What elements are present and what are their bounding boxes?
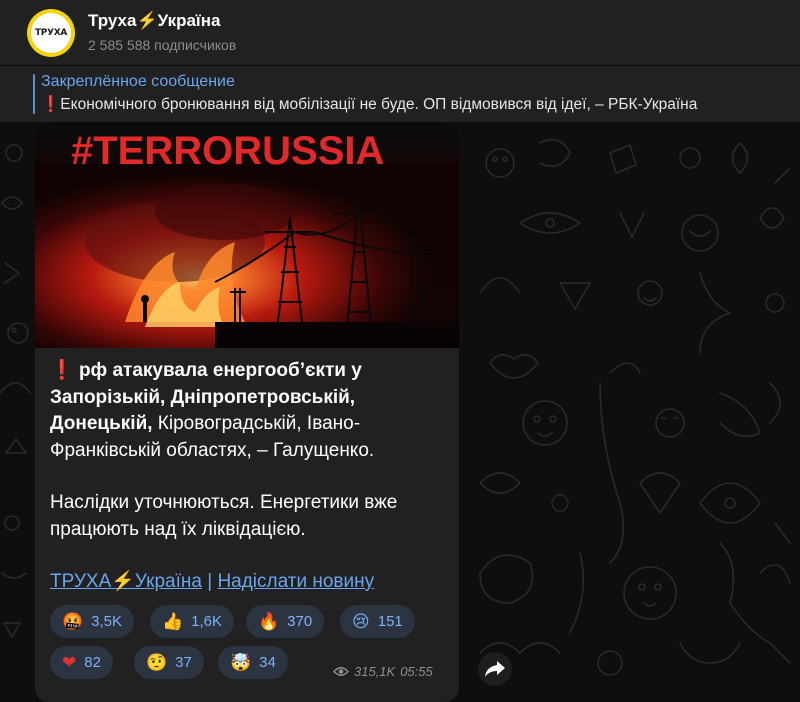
avatar-logo-text: ТРУХА (31, 13, 71, 53)
heart-icon: ❤ (62, 652, 77, 673)
pinned-text: ❗Економічного бронювання від мобілізації… (41, 96, 698, 113)
post-paragraph-1: ❗ рф атакувала енергооб’єкти у Запорізьк… (50, 358, 450, 464)
cursing-face-icon: 🤬 (62, 611, 84, 632)
post-time: 05:55 (400, 664, 433, 679)
pinned-title: Закреплённое сообщение (41, 73, 235, 90)
reaction-count: 82 (84, 654, 101, 671)
reaction-thumbs-up[interactable]: 👍 1,6K (150, 605, 235, 638)
reaction-fire[interactable]: 🔥 370 (246, 605, 325, 638)
reaction-crying[interactable]: 😢 151 (340, 605, 415, 638)
channel-header[interactable]: ТРУХА Труха⚡️Україна 2 585 588 подписчик… (0, 0, 800, 66)
post-links: ТРУХА⚡️Україна | Надіслати новину (50, 569, 450, 596)
fire-icon: 🔥 (258, 611, 280, 632)
channel-link[interactable]: ТРУХА⚡️Україна (50, 571, 202, 592)
view-count: 315,1K (354, 664, 396, 679)
pinned-message-bar[interactable]: Закреплённое сообщение ❗Економічного бро… (0, 66, 800, 123)
image-caption-text: #TERRORUSSIA (71, 129, 384, 173)
channel-avatar[interactable]: ТРУХА (27, 9, 75, 57)
exploding-head-icon: 🤯 (230, 652, 252, 673)
raised-eyebrow-face-icon: 🤨 (146, 652, 168, 673)
post-image[interactable]: #TERRORUSSIA (35, 122, 459, 348)
subscriber-count: 2 585 588 подписчиков (88, 37, 237, 53)
exclamation-icon: ❗ (50, 360, 74, 381)
link-separator: | (201, 571, 218, 592)
pinned-indicator (33, 74, 35, 114)
reaction-count: 370 (287, 613, 313, 630)
reaction-count: 151 (377, 613, 403, 630)
post-paragraph-2: Наслідки уточнюються. Енергетики вже пра… (50, 492, 398, 540)
reaction-raised-eyebrow[interactable]: 🤨 37 (134, 646, 204, 679)
crying-face-icon: 😢 (352, 611, 370, 632)
reaction-count: 1,6K (191, 613, 223, 630)
reaction-count: 3,5K (91, 613, 123, 630)
reaction-count: 34 (259, 654, 276, 671)
channel-post-bubble[interactable]: #TERRORUSSIA ❗ рф атакувала енергооб’єкт… (35, 122, 459, 702)
post-meta: 315,1K 05:55 (333, 664, 433, 679)
reaction-cursing[interactable]: 🤬 3,5K (50, 605, 135, 638)
power-station-fire-image: #TERRORUSSIA (35, 122, 459, 348)
thumbs-up-icon: 👍 (162, 611, 184, 632)
channel-title: Труха⚡️Україна (88, 11, 221, 30)
forward-arrow-icon (485, 661, 505, 677)
send-news-link[interactable]: Надіслати новину (217, 571, 374, 592)
reaction-heart[interactable]: ❤ 82 (50, 646, 113, 679)
reaction-exploding-head[interactable]: 🤯 34 (218, 646, 288, 679)
post-text: ❗ рф атакувала енергооб’єкти у Запорізьк… (50, 358, 450, 596)
reaction-count: 37 (175, 654, 192, 671)
eye-icon (333, 667, 349, 676)
share-button[interactable] (478, 652, 512, 686)
